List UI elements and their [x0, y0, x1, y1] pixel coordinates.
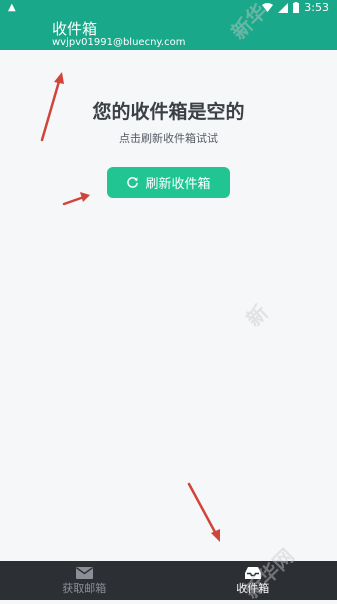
nav-label-inbox: 收件箱 [236, 580, 269, 596]
notification-icon: ▲ [8, 2, 16, 13]
watermark: 新 [239, 297, 274, 332]
status-icons: 3:53 [262, 1, 329, 14]
nav-item-get-mailbox[interactable]: 获取邮箱 [0, 561, 169, 600]
refresh-inbox-button[interactable]: 刷新收件箱 [107, 167, 230, 198]
refresh-icon [126, 176, 139, 189]
mail-icon [76, 566, 93, 580]
bottom-nav: 获取邮箱 收件箱 [0, 561, 337, 600]
app-bar: 收件箱 wvjpv01991@bluecny.com [0, 16, 337, 50]
annotation-arrow-email [30, 68, 70, 148]
refresh-button-label: 刷新收件箱 [145, 173, 210, 192]
email-address: wvjpv01991@bluecny.com [52, 37, 185, 48]
annotation-arrow-inbox-tab [180, 478, 230, 548]
nav-label-get-mailbox: 获取邮箱 [62, 580, 106, 596]
signal-icon [278, 3, 288, 13]
status-bar: ▲ 3:53 [0, 0, 337, 16]
annotation-arrow-refresh [60, 186, 94, 210]
page-title: 收件箱 [52, 18, 97, 39]
battery-icon [293, 2, 299, 13]
status-time: 3:53 [304, 1, 329, 14]
inbox-tray-icon [245, 566, 261, 580]
nav-item-inbox[interactable]: 收件箱 [169, 561, 337, 600]
wifi-icon [262, 3, 273, 12]
